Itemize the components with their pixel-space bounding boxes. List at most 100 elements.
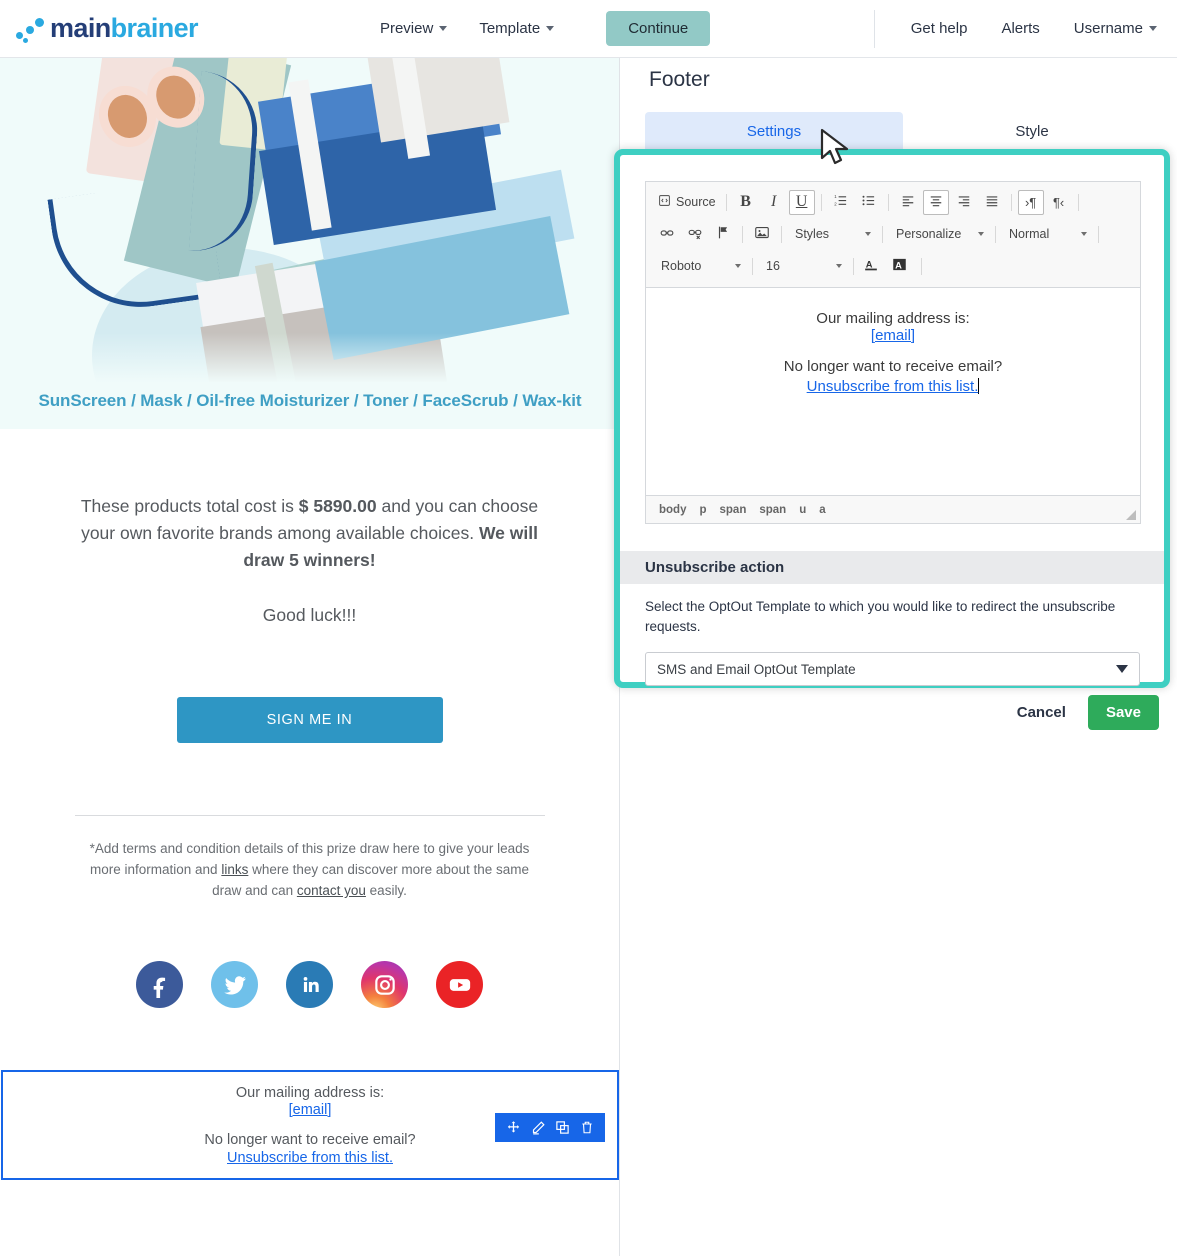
bulleted-list-button[interactable] [856,190,882,215]
ltr-button[interactable]: ›¶ [1017,189,1044,215]
nav-item-username-label: Username [1073,20,1143,37]
resize-handle[interactable] [1126,510,1136,520]
nav-item-template[interactable]: Template [477,16,556,41]
nav-item-alerts-label: Alerts [1001,20,1040,37]
nav-item-get-help[interactable]: Get help [909,16,970,41]
editor-content-email-link[interactable]: [email] [871,327,915,344]
align-right-button[interactable] [951,190,977,215]
logo-word-main: main [50,13,111,43]
elements-path-u[interactable]: u [799,504,806,516]
bg-color-button[interactable]: A [888,254,915,279]
image-icon [754,225,770,243]
toolbar-separator [1010,193,1012,211]
align-justify-button[interactable] [979,190,1005,215]
move-icon[interactable] [506,1120,521,1135]
text-direction-ltr-icon: ›¶ [1024,194,1037,210]
unlink-button[interactable] [682,222,708,247]
elements-path-a[interactable]: a [819,504,825,516]
editor-content-area[interactable]: Our mailing address is: [email] No longe… [646,288,1140,496]
edit-icon[interactable] [531,1120,546,1135]
chevron-down-icon [735,264,741,268]
align-center-button[interactable] [922,189,949,215]
chevron-down-icon [1116,665,1128,673]
footer-block-email-link[interactable]: [email] [289,1102,332,1118]
toolbar-separator [887,193,889,211]
duplicate-icon[interactable] [555,1120,570,1135]
unsubscribe-action-description: Select the OptOut Template to which you … [645,599,1116,634]
text-color-button[interactable]: A [860,254,886,279]
elements-path-span-2[interactable]: span [759,504,786,516]
footer-block-unsubscribe-link[interactable]: Unsubscribe from this list. [227,1150,393,1166]
twitter-icon[interactable] [211,961,258,1008]
tab-style[interactable]: Style [903,112,1161,151]
svg-text:1: 1 [834,194,837,199]
youtube-icon[interactable] [436,961,483,1008]
format-dropdown[interactable]: Normal [1002,222,1092,247]
email-paragraph-1[interactable]: These products total cost is $ 5890.00 a… [75,493,545,574]
signin-button-block: SIGN ME IN [0,697,619,743]
bold-button[interactable]: B [733,190,759,215]
align-left-icon [900,194,916,211]
align-justify-icon [984,194,1000,211]
nav-item-preview[interactable]: Preview [378,16,449,41]
personalize-dropdown[interactable]: Personalize [889,222,989,247]
instagram-icon[interactable] [361,961,408,1008]
image-button[interactable] [749,222,775,247]
linkedin-icon[interactable] [286,961,333,1008]
terms-text-block[interactable]: *Add terms and condition details of this… [79,838,541,901]
elements-path-body[interactable]: body [659,504,686,516]
terms-link-contact-you[interactable]: contact you [297,883,366,898]
font-family-dropdown[interactable]: Roboto [654,254,746,279]
editor-toolbar-row-3: Roboto 16 A A [648,250,1138,282]
primary-nav: Preview Template Continue [378,11,711,46]
chevron-down-icon [546,26,555,31]
rtl-button[interactable]: ¶‹ [1046,190,1072,215]
editor-content-line1: Our mailing address is: [816,310,970,327]
toolbar-separator [921,257,922,275]
elements-path-span-1[interactable]: span [720,504,747,516]
email-paragraph-2[interactable]: Good luck!!! [75,602,545,629]
personalize-dropdown-label: Personalize [896,227,962,241]
source-button[interactable]: Source [654,190,720,215]
editor-toolbar-row-2: Styles Personalize Normal [648,218,1138,250]
page-title: Footer [649,68,710,91]
link-button[interactable] [654,222,680,247]
brand-logo[interactable]: mainbrainer [14,13,199,44]
tab-settings[interactable]: Settings [645,112,903,151]
italic-button[interactable]: I [761,190,787,215]
logo-word-brainer: brainer [110,13,199,43]
chevron-down-icon [1149,26,1157,31]
ordered-list-icon: 12 [833,193,848,211]
continue-button[interactable]: Continue [606,11,711,46]
rich-text-editor: Source B I U 12 ›¶ ¶‹ Styles Personalize… [645,181,1141,524]
chevron-down-icon [1081,232,1087,236]
toolbar-separator [752,257,753,275]
sign-me-in-button[interactable]: SIGN ME IN [176,697,443,743]
facebook-icon[interactable] [136,961,183,1008]
svg-text:2: 2 [834,202,837,207]
hero-image-block[interactable]: SunScreen / Mask / Oil-free Moisturizer … [0,58,619,429]
underline-button[interactable]: U [788,189,815,215]
save-button[interactable]: Save [1087,695,1159,730]
elements-path-p[interactable]: p [699,504,706,516]
chevron-down-icon [865,232,871,236]
source-label: Source [676,195,716,209]
link-icon [659,226,675,243]
align-left-button[interactable] [895,190,921,215]
anchor-button[interactable] [710,222,736,247]
numbered-list-button[interactable]: 12 [828,190,854,215]
terms-link-links[interactable]: links [221,862,248,877]
hero-headline: SunScreen / Mask / Oil-free Moisturizer … [38,391,582,410]
nav-item-alerts[interactable]: Alerts [999,16,1041,41]
editor-content-unsubscribe-link[interactable]: Unsubscribe from this list. [807,378,979,395]
block-action-toolbar [495,1113,605,1142]
paragraph-1-price: $ 5890.00 [298,496,377,516]
source-icon [658,194,671,210]
styles-dropdown[interactable]: Styles [788,222,876,247]
optout-template-select[interactable]: SMS and Email OptOut Template [645,652,1140,686]
nav-item-username[interactable]: Username [1072,16,1159,41]
delete-icon[interactable] [580,1120,594,1135]
cancel-button[interactable]: Cancel [1017,704,1066,721]
font-size-dropdown[interactable]: 16 [759,254,847,279]
settings-action-row: Cancel Save [621,695,1177,730]
